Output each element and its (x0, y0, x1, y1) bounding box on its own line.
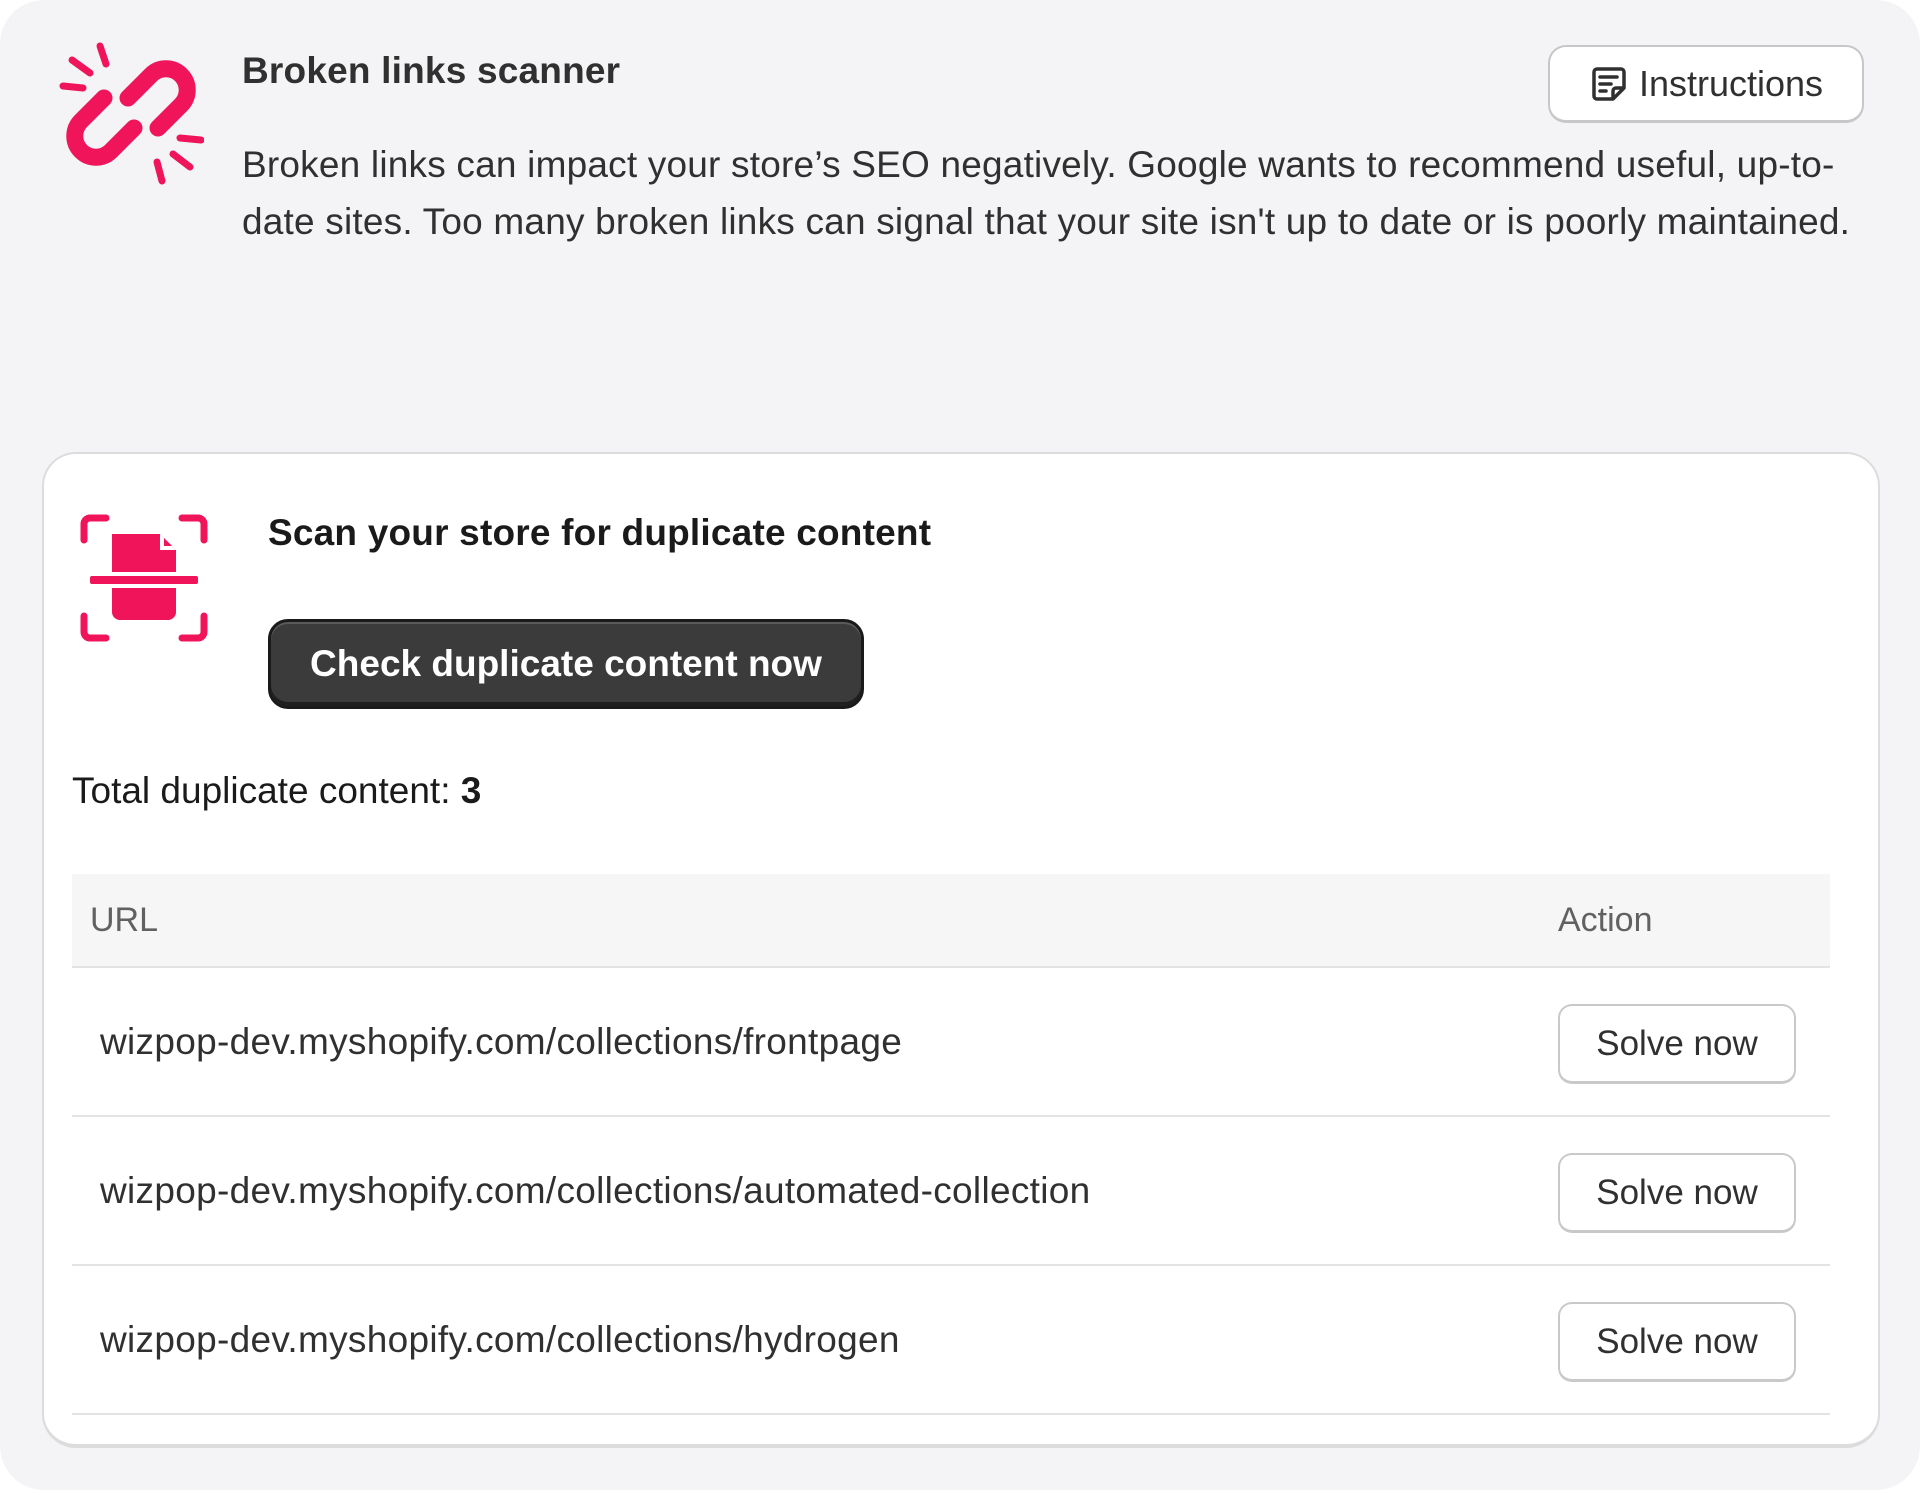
total-duplicate-content: Total duplicate content: 3 (72, 770, 481, 812)
solve-now-button[interactable]: Solve now (1558, 1153, 1796, 1233)
total-value: 3 (460, 770, 482, 811)
solve-now-button[interactable]: Solve now (1558, 1004, 1796, 1084)
column-header-action: Action (1558, 900, 1653, 939)
page-title: Broken links scanner (242, 50, 621, 91)
page-description: Broken links can impact your store’s SEO… (242, 144, 1851, 242)
table-row: wizpop-dev.myshopify.com/collections/fro… (72, 968, 1830, 1117)
row-url: wizpop-dev.myshopify.com/collections/aut… (100, 1169, 1091, 1211)
solve-now-button[interactable]: Solve now (1558, 1302, 1796, 1382)
instructions-button[interactable]: Instructions (1548, 45, 1864, 123)
row-url: wizpop-dev.myshopify.com/collections/hyd… (100, 1318, 900, 1360)
table-row: wizpop-dev.myshopify.com/collections/aut… (72, 1117, 1830, 1266)
scan-title: Scan your store for duplicate content (268, 512, 932, 553)
broken-link-icon (59, 42, 204, 185)
total-label: Total duplicate content: (72, 770, 451, 811)
table-header: URL Action (72, 874, 1830, 968)
scan-document-icon (80, 514, 208, 642)
duplicate-content-table: URL Action wizpop-dev.myshopify.com/coll… (72, 874, 1830, 1415)
app-panel: Broken links scanner Instructions Broken… (0, 0, 1920, 1490)
duplicate-content-card: Scan your store for duplicate content Ch… (42, 452, 1880, 1448)
instructions-label: Instructions (1638, 62, 1824, 104)
check-duplicate-content-button[interactable]: Check duplicate content now (268, 619, 864, 709)
column-header-url: URL (90, 900, 159, 939)
table-row: wizpop-dev.myshopify.com/collections/hyd… (72, 1266, 1830, 1415)
row-url: wizpop-dev.myshopify.com/collections/fro… (100, 1020, 903, 1062)
note-icon (1592, 66, 1626, 101)
